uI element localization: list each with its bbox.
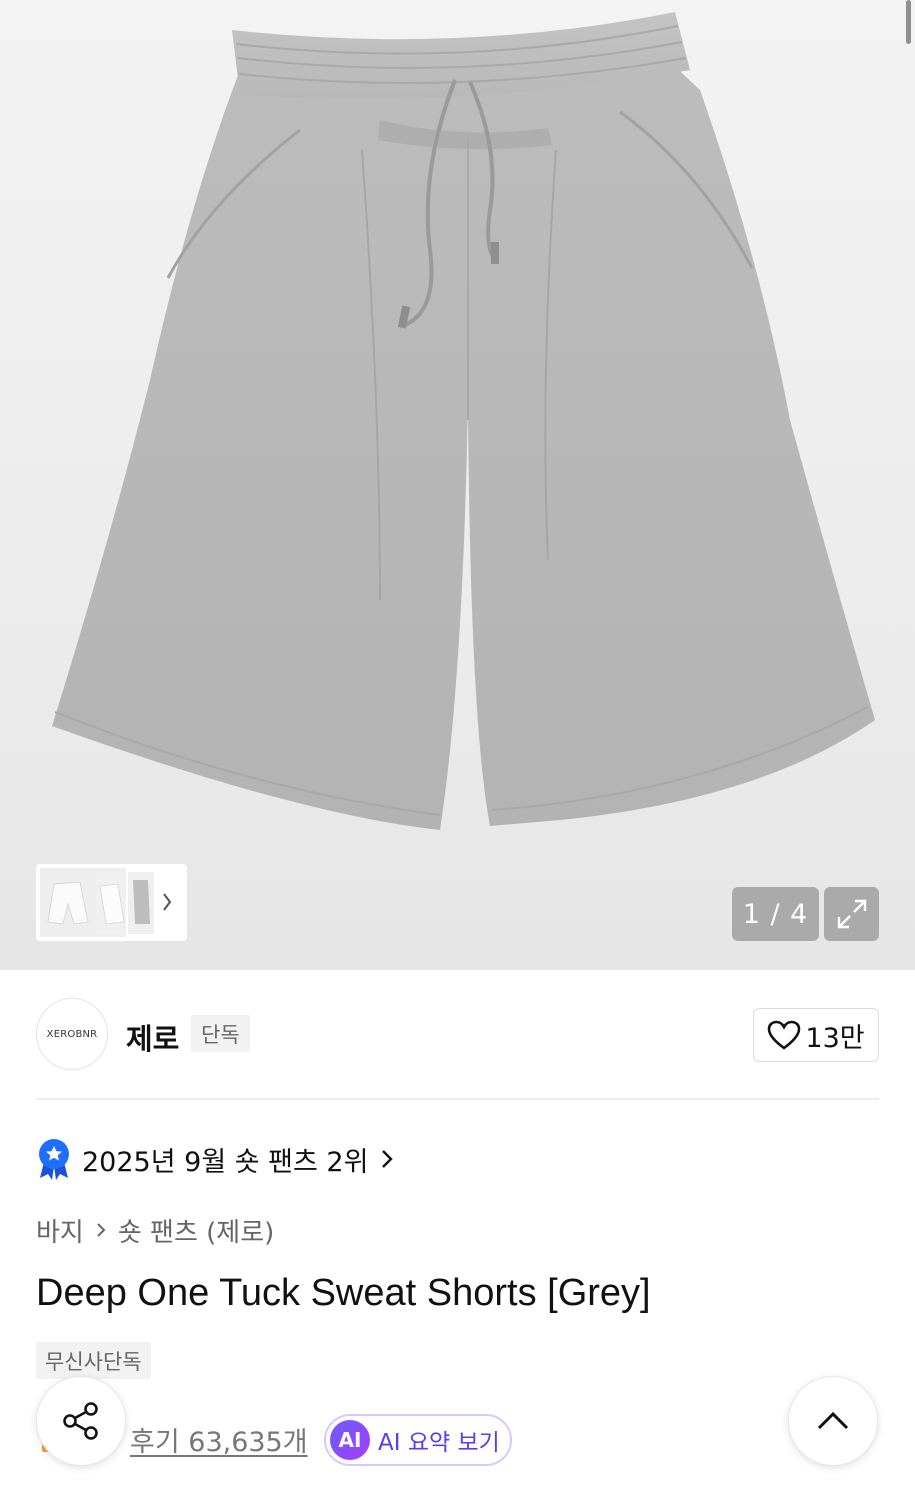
brand-logo-text: XEROBNR	[46, 1028, 98, 1040]
expand-icon	[837, 899, 866, 929]
breadcrumb-item-short-pants[interactable]: 숏 팬츠 (제로)	[118, 1212, 274, 1249]
heart-outline-icon	[768, 1020, 801, 1050]
breadcrumb: 바지 숏 팬츠 (제로)	[36, 1210, 274, 1250]
product-photo	[52, 12, 875, 830]
rank-medal-icon	[39, 1139, 69, 1180]
ai-badge-icon: AI	[330, 1420, 370, 1460]
chevron-up-icon	[817, 1411, 849, 1430]
like-count: 13만	[805, 1022, 865, 1054]
chevron-right-icon	[163, 893, 172, 911]
chevron-right-icon	[97, 1223, 106, 1237]
ai-summary-button[interactable]: AI AI 요약 보기	[324, 1414, 512, 1466]
musinsa-exclusive-tag: 무신사단독	[36, 1342, 151, 1379]
ranking-text: 2025년 9월 숏 팬츠 2위	[82, 1146, 369, 1178]
review-count-link[interactable]: 후기 63,635개	[130, 1420, 308, 1459]
expand-button[interactable]	[824, 887, 879, 941]
product-image-gallery[interactable]: 1 / 4	[0, 0, 915, 970]
share-icon	[63, 1402, 98, 1440]
product-title: Deep One Tuck Sweat Shorts [Grey]	[36, 1272, 651, 1314]
breadcrumb-item-pants[interactable]: 바지	[36, 1212, 84, 1249]
share-button[interactable]	[36, 1376, 126, 1466]
chevron-right-icon	[382, 1150, 394, 1168]
ranking-link[interactable]: 2025년 9월 숏 팬츠 2위	[36, 1136, 396, 1182]
brand-name[interactable]: 제로	[126, 1016, 179, 1058]
page-scrollbar[interactable]	[906, 0, 911, 44]
brand-logo[interactable]: XEROBNR	[36, 998, 108, 1070]
like-button[interactable]: 13만	[753, 1008, 879, 1062]
image-counter: 1 / 4	[732, 887, 819, 941]
exclusive-tag: 단독	[191, 1015, 250, 1052]
scroll-to-top-button[interactable]	[788, 1376, 878, 1466]
section-divider	[36, 1098, 879, 1100]
brand-row: XEROBNR 제로 단독 13만	[36, 998, 879, 1072]
ai-summary-label: AI 요약 보기	[378, 1430, 500, 1456]
thumbnail-strip[interactable]	[36, 864, 187, 941]
